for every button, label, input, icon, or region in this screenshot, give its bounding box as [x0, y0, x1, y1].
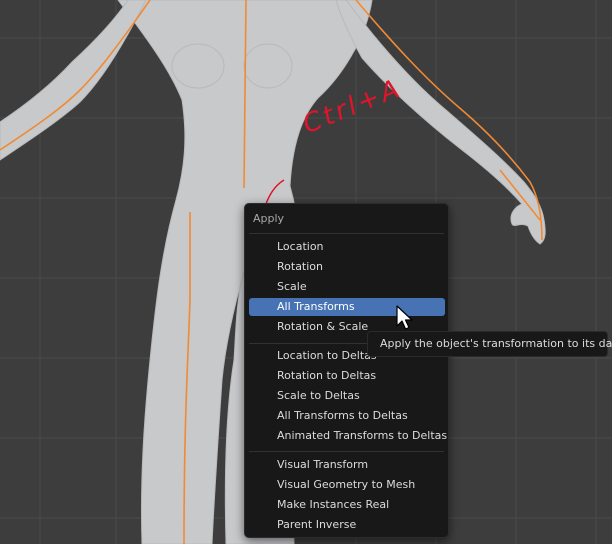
- menu-divider: [249, 451, 444, 452]
- menu-item-all-transforms-to-deltas[interactable]: All Transforms to Deltas: [249, 407, 445, 425]
- tooltip: Apply the object's transformation to its…: [367, 331, 612, 357]
- menu-item-visual-transform[interactable]: Visual Transform: [249, 456, 445, 474]
- menu-item-rotation[interactable]: Rotation: [249, 258, 445, 276]
- menu-item-make-instances-real[interactable]: Make Instances Real: [249, 496, 445, 514]
- menu-divider: [249, 233, 444, 234]
- menu-item-animated-transforms-to-deltas[interactable]: Animated Transforms to Deltas: [249, 427, 447, 445]
- menu-item-location[interactable]: Location: [249, 238, 445, 256]
- menu-item-parent-inverse[interactable]: Parent Inverse: [249, 516, 445, 534]
- apply-menu[interactable]: Apply Location Rotation Scale All Transf…: [244, 203, 449, 538]
- menu-item-scale[interactable]: Scale: [249, 278, 445, 296]
- menu-item-all-transforms[interactable]: All Transforms: [249, 298, 445, 316]
- mouse-pointer-icon: [396, 305, 413, 330]
- menu-title: Apply: [253, 212, 285, 225]
- menu-item-rotation-to-deltas[interactable]: Rotation to Deltas: [249, 367, 445, 385]
- menu-item-visual-geometry-to-mesh[interactable]: Visual Geometry to Mesh: [249, 476, 445, 494]
- menu-item-scale-to-deltas[interactable]: Scale to Deltas: [249, 387, 445, 405]
